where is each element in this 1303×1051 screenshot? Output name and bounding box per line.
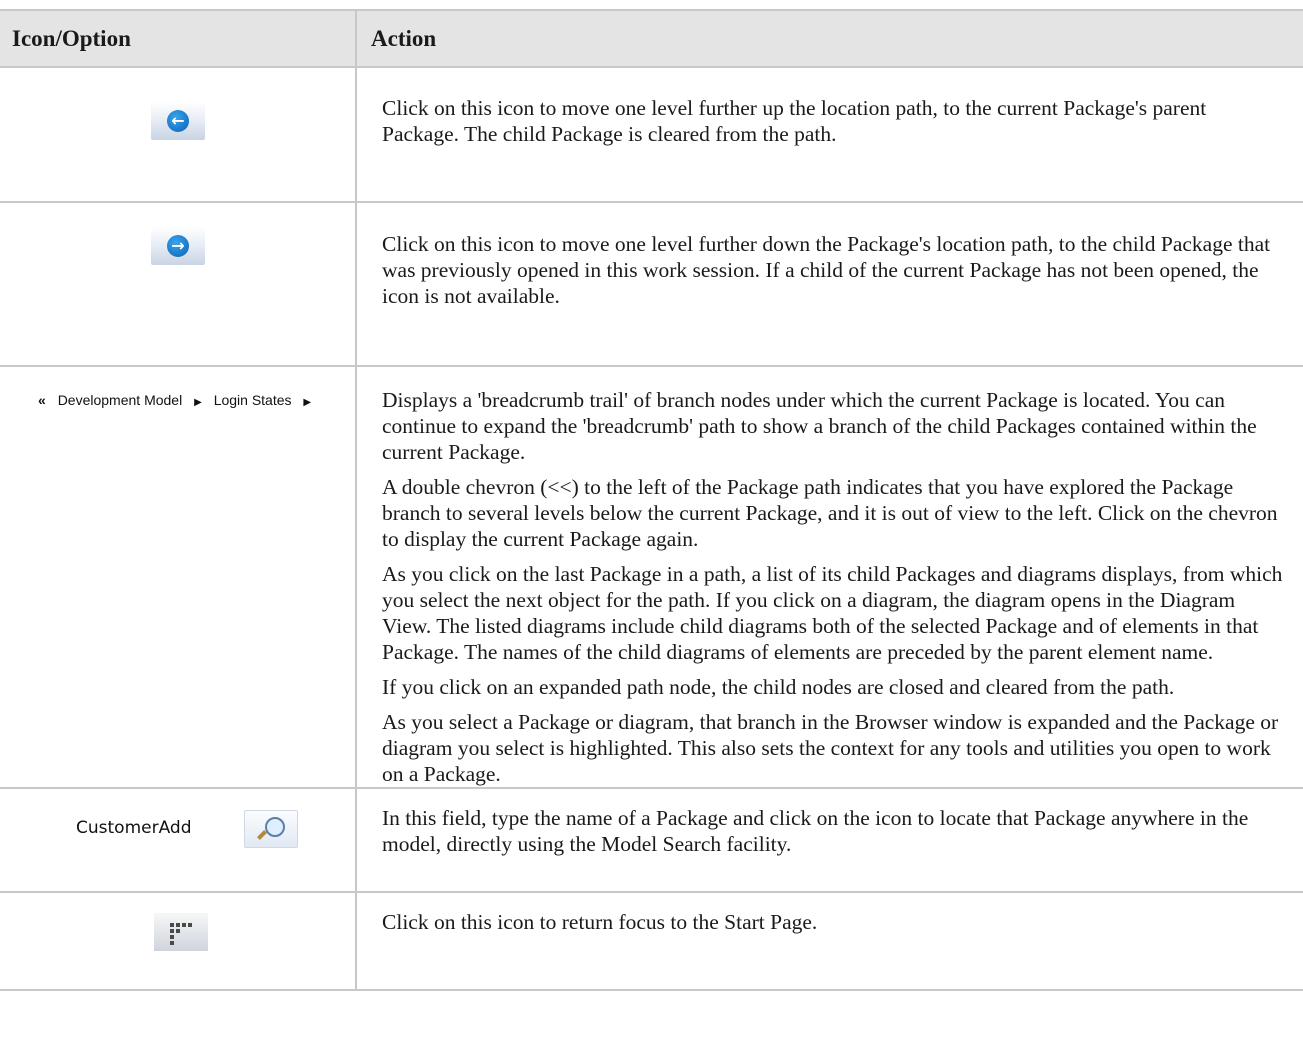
- back-arrow-icon: ←: [167, 110, 189, 132]
- package-search-field: CustomerAdd: [68, 807, 300, 849]
- double-chevron-icon[interactable]: «: [38, 387, 46, 413]
- breadcrumb-expand-icon[interactable]: ▶: [303, 390, 311, 416]
- options-table-container: Icon/Option Action ← Click on this icon …: [0, 9, 1303, 991]
- action-paragraph: As you select a Package or diagram, that…: [382, 710, 1279, 786]
- action-paragraph: As you click on the last Package in a pa…: [382, 562, 1283, 664]
- forward-arrow-icon: →: [167, 235, 189, 257]
- action-text: Click on this icon to move one level fur…: [382, 96, 1207, 146]
- table-row: CustomerAdd In this field, type the name…: [0, 788, 1303, 893]
- action-text: In this field, type the name of a Packag…: [382, 806, 1249, 856]
- search-icon: [265, 817, 285, 837]
- action-paragraph: If you click on an expanded path node, t…: [382, 675, 1175, 699]
- search-button[interactable]: [244, 810, 298, 848]
- table-header-row: Icon/Option Action: [0, 9, 1303, 68]
- header-action: Action: [355, 9, 1303, 68]
- icon-cell: CustomerAdd: [0, 788, 357, 893]
- breadcrumb-item-development-model[interactable]: Development Model: [58, 387, 183, 413]
- back-button[interactable]: ←: [151, 102, 205, 140]
- table-row: « Development Model ▶ Login States ▶ Dis…: [0, 366, 1303, 789]
- action-cell: Displays a 'breadcrumb trail' of branch …: [356, 366, 1303, 789]
- breadcrumb: « Development Model ▶ Login States ▶: [38, 387, 319, 416]
- start-page-button[interactable]: [154, 913, 208, 951]
- action-text: Click on this icon to return focus to th…: [382, 910, 818, 934]
- action-cell: In this field, type the name of a Packag…: [356, 788, 1303, 893]
- table-row: Click on this icon to return focus to th…: [0, 892, 1303, 991]
- forward-button[interactable]: →: [151, 227, 205, 265]
- icon-cell: [0, 892, 357, 991]
- action-cell: Click on this icon to return focus to th…: [356, 892, 1303, 991]
- action-text: Click on this icon to move one level fur…: [382, 232, 1271, 308]
- action-paragraph: A double chevron (<<) to the left of the…: [382, 475, 1278, 551]
- table-row: ← Click on this icon to move one level f…: [0, 67, 1303, 203]
- icon-cell: ←: [0, 67, 357, 203]
- package-search-input[interactable]: CustomerAdd: [76, 815, 192, 841]
- action-paragraph: Displays a 'breadcrumb trail' of branch …: [382, 388, 1257, 464]
- icon-cell: →: [0, 202, 357, 367]
- breadcrumb-item-login-states[interactable]: Login States: [214, 387, 292, 413]
- action-cell: Click on this icon to move one level fur…: [356, 67, 1303, 203]
- action-cell: Click on this icon to move one level fur…: [356, 202, 1303, 367]
- options-table: Icon/Option Action ← Click on this icon …: [0, 9, 1303, 991]
- breadcrumb-separator-icon[interactable]: ▶: [194, 390, 202, 416]
- header-icon-option: Icon/Option: [0, 9, 356, 68]
- icon-cell: « Development Model ▶ Login States ▶: [0, 366, 357, 789]
- table-row: → Click on this icon to move one level f…: [0, 202, 1303, 367]
